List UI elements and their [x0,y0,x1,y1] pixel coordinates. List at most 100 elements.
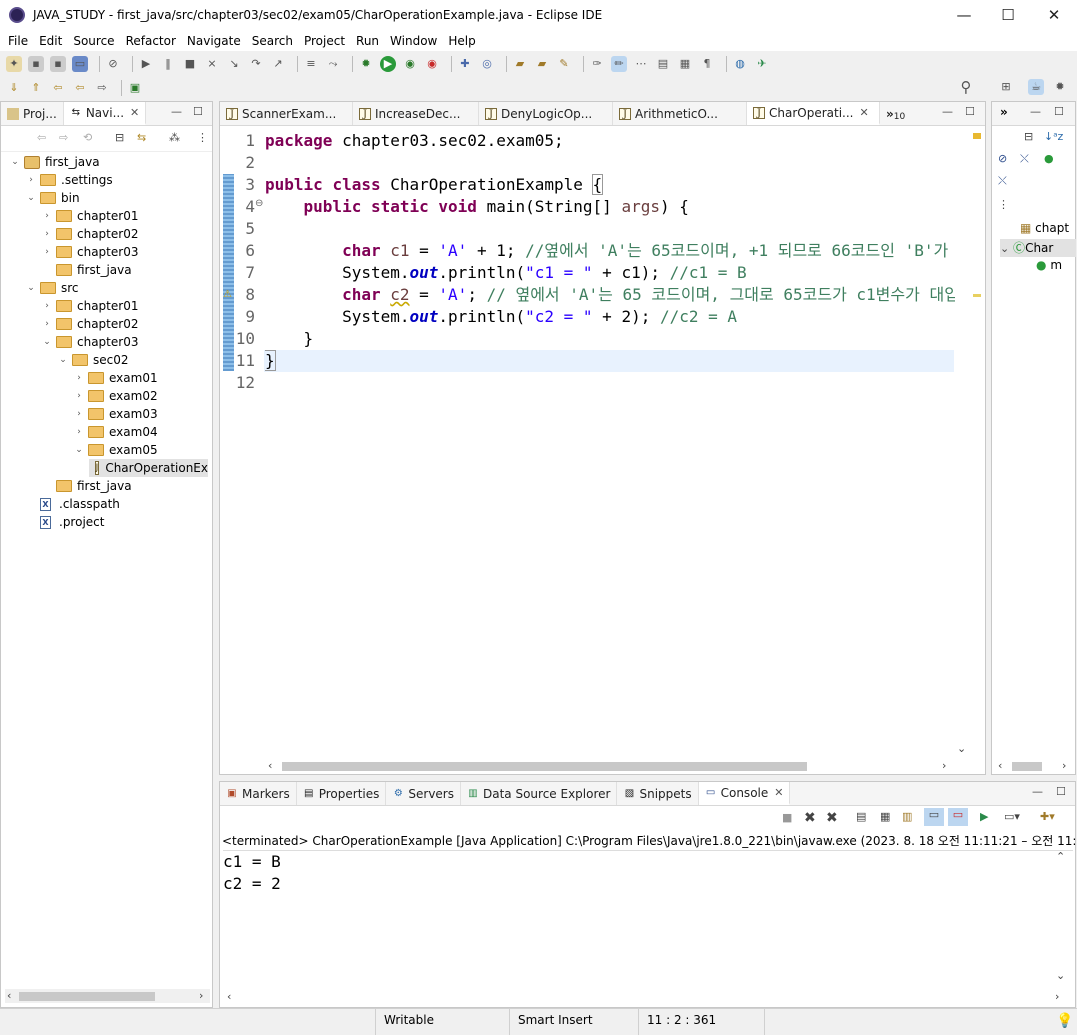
tab-data-source-explorer[interactable]: ▥ Data Source Explorer [461,782,618,805]
menu-window[interactable]: Window [386,34,441,48]
menu-source[interactable]: Source [69,34,118,48]
maximize-button[interactable]: ☐ [985,0,1031,30]
tree-item[interactable]: first_java [41,261,132,279]
block-icon[interactable]: ⋯ [633,56,649,72]
scroll-right-icon[interactable]: › [199,989,203,1002]
collapse-icon[interactable]: ⊖ [255,198,263,209]
scroll-right-icon[interactable]: › [942,759,946,772]
chevron-down-icon[interactable]: ⌄ [41,337,53,347]
tree-item[interactable]: ⌄ first_java [9,153,99,171]
menu-search[interactable]: Search [248,34,297,48]
close-icon[interactable]: ✕ [774,786,783,799]
console-output[interactable]: c1 = B c2 = 2 [223,850,1073,986]
chevron-right-icon[interactable]: › [73,391,85,401]
tab-arithmetic[interactable]: J ArithmeticO... [613,102,747,125]
display-console-icon[interactable]: ▭▾ [1004,810,1020,823]
chevron-right-icon[interactable]: › [41,211,53,221]
outline-scrollbar[interactable]: ‹ › [996,759,1074,773]
close-icon[interactable]: ✕ [860,106,869,119]
chevron-down-icon[interactable]: ⌄ [25,283,37,293]
scroll-thumb[interactable] [1012,762,1042,771]
tree-item[interactable]: › chapter02 [41,225,138,243]
drop-frame-icon[interactable]: ⤳ [325,56,341,72]
new-class-icon[interactable]: ◎ [479,56,495,72]
tree-item[interactable]: › .settings [25,171,112,189]
resume-icon[interactable]: ▶ [138,56,154,72]
pin-console-icon[interactable]: ▶ [980,810,988,823]
disconnect-icon[interactable]: ⨯ [204,56,220,72]
remove-launch-icon[interactable]: ✖ [804,810,816,826]
menu-edit[interactable]: Edit [35,34,66,48]
tree-item[interactable]: › chapter02 [41,315,138,333]
hide-static-icon[interactable]: ⤬ [1020,152,1029,166]
tree-item[interactable]: › exam02 [73,387,157,405]
chevron-right-icon[interactable]: › [73,427,85,437]
minimize-view-icon[interactable]: — [1030,105,1041,118]
tree-item[interactable]: › exam04 [73,423,157,441]
scroll-down-icon[interactable]: ⌄ [1056,969,1065,982]
tree-item[interactable]: ⌄ sec02 [57,351,128,369]
step-return-icon[interactable]: ↗ [270,56,286,72]
tree-item[interactable]: › chapter01 [41,297,138,315]
step-into-icon[interactable]: ↘ [226,56,242,72]
terminate-icon[interactable]: ■ [782,811,792,824]
tab-char-operation[interactable]: J CharOperati... ✕ [747,102,880,125]
tab-overflow[interactable]: » 10 [880,102,911,125]
debug-icon[interactable]: ✹ [358,56,374,72]
warning-overview-marker[interactable] [973,294,981,297]
scroll-down-icon[interactable]: ⌄ [957,742,966,755]
last-edit-icon[interactable]: ⇦ [50,80,66,96]
collapse-all-icon[interactable]: ⊟ [1024,130,1033,143]
scroll-right-icon[interactable]: › [1055,990,1059,1003]
menu-refactor[interactable]: Refactor [122,34,180,48]
chevron-down-icon[interactable]: ⌄ [57,355,69,365]
chevron-down-icon[interactable]: ⌄ [73,445,85,455]
back-icon[interactable]: ⇦ [72,80,88,96]
hide-nonpublic-icon[interactable]: ● [1044,152,1054,165]
paragraph-icon[interactable]: ¶ [699,56,715,72]
open-task-icon[interactable]: ▰ [534,56,550,72]
menu-project[interactable]: Project [300,34,349,48]
chevron-down-icon[interactable]: ⌄ [25,193,37,203]
step-over-icon[interactable]: ↷ [248,56,264,72]
view-menu-icon[interactable]: ⋮ [998,198,1009,211]
scroll-thumb[interactable] [19,992,155,1001]
scroll-left-icon[interactable]: ‹ [7,989,11,1002]
show-stdout-icon[interactable]: ▭ [924,808,944,826]
scroll-left-icon[interactable]: ‹ [227,990,231,1003]
chevron-right-icon[interactable]: › [41,301,53,311]
hide-local-types-icon[interactable]: ⤬ [998,174,1007,188]
maximize-editor-icon[interactable]: ☐ [965,105,975,118]
menu-navigate[interactable]: Navigate [183,34,245,48]
tree-item[interactable]: ⌄ src [25,279,78,297]
chevron-right-icon[interactable]: » [1000,105,1008,119]
run-icon[interactable]: ▶ [380,56,396,72]
save-icon[interactable]: ▪ [28,56,44,72]
open-console-icon[interactable]: ▭ [72,56,88,72]
suspend-icon[interactable]: ‖ [160,56,176,72]
tab-snippets[interactable]: ▧ Snippets [617,782,699,805]
new-java-project-icon[interactable]: ✚ [457,56,473,72]
chevron-right-icon[interactable]: › [41,319,53,329]
tab-markers[interactable]: ▣ Markers [220,782,297,805]
task-icon[interactable]: ▦ [677,56,693,72]
lightbulb-icon[interactable]: 💡 [1056,1013,1073,1029]
tab-console[interactable]: ▭ Console ✕ [698,782,791,805]
tab-properties[interactable]: ▤ Properties [297,782,387,805]
scroll-left-icon[interactable]: ‹ [998,759,1002,772]
scroll-lock-icon[interactable]: ▦ [880,810,890,823]
tree-item[interactable]: first_java [41,477,132,495]
skip-breakpoints-icon[interactable]: ⊘ [105,56,121,72]
java-perspective-icon[interactable]: ☕ [1028,79,1044,95]
code-area[interactable]: package chapter03.sec02.exam05; public c… [265,130,955,390]
maximize-view-icon[interactable]: ☐ [1054,105,1064,118]
search-tool-icon[interactable]: ✎ [556,56,572,72]
save-all-icon[interactable]: ▪ [50,56,66,72]
outline-package[interactable]: ▦ chapt [1020,221,1069,235]
tree-item[interactable]: › exam01 [73,369,157,387]
scroll-up-icon[interactable]: ⌃ [1056,850,1065,863]
chevron-right-icon[interactable]: › [73,373,85,383]
new-icon[interactable]: ✦ [6,56,22,72]
external-tools-icon[interactable]: ◉ [424,56,440,72]
sort-icon[interactable]: ↓ᵃz [1044,130,1063,143]
